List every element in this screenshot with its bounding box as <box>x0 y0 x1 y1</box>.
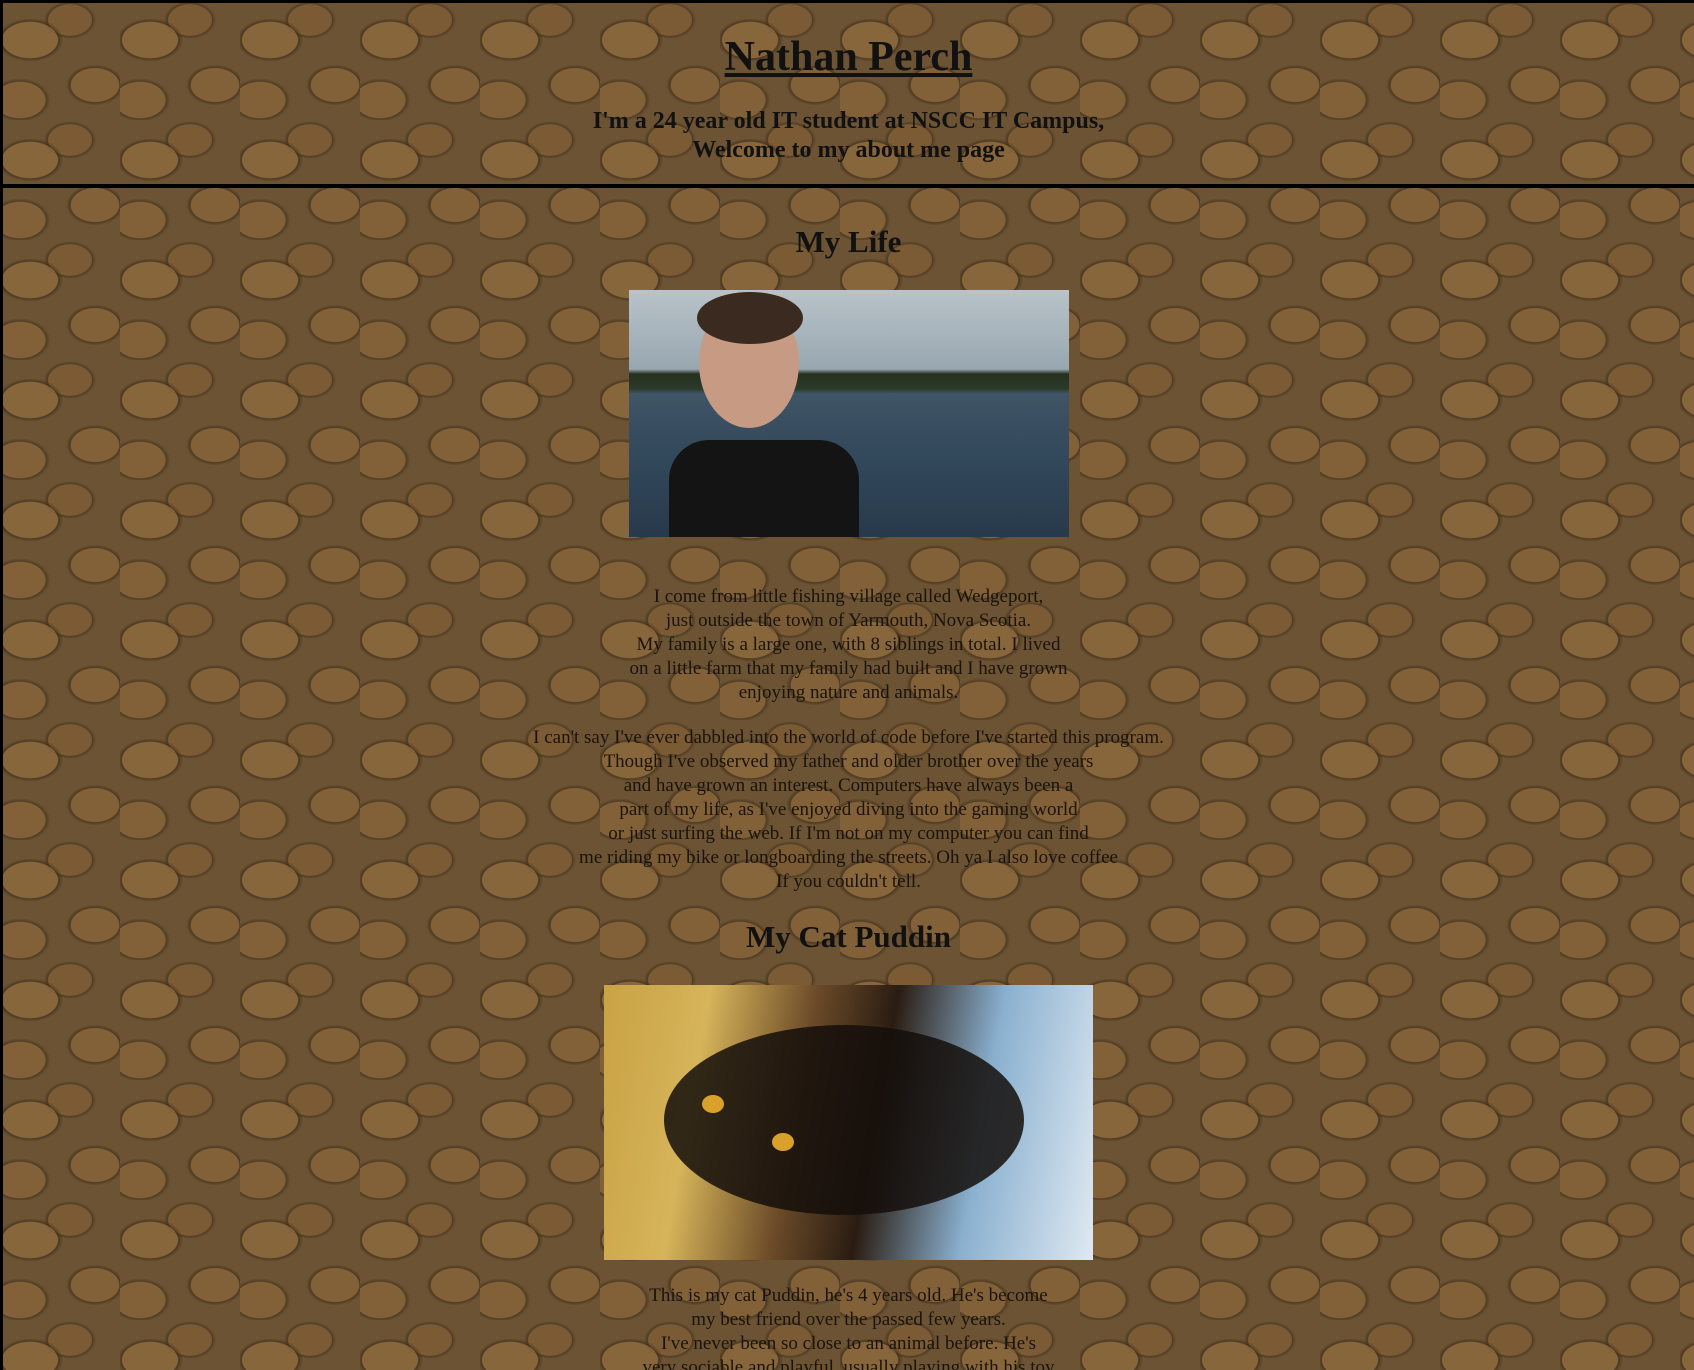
cat-photo <box>604 985 1093 1260</box>
life-paragraph-2: I can't say I've ever dabbled into the w… <box>3 726 1694 894</box>
text-line: on a little farm that my family had buil… <box>629 658 1068 679</box>
my-cat-heading: My Cat Puddin <box>746 919 951 954</box>
cat-body-shape <box>664 1025 1024 1215</box>
text-line: If you couldn't tell. <box>776 871 921 892</box>
text-line: My family is a large one, with 8 sibling… <box>636 634 1061 655</box>
tagline-line-1: I'm a 24 year old IT student at NSCC IT … <box>592 108 1105 134</box>
portrait-hair-shape <box>696 292 803 344</box>
page: Nathan Perch I'm a 24 year old IT studen… <box>0 0 1694 1370</box>
page-title: Nathan Perch <box>724 34 973 80</box>
life-paragraph-1: I come from little fishing village calle… <box>3 585 1694 705</box>
tagline-line-2: Welcome to my about me page <box>692 137 1005 163</box>
text-line: very sociable and playful, usually playi… <box>642 1357 1055 1370</box>
text-line: I've never been so close to an animal be… <box>660 1333 1037 1354</box>
text-line: me riding my bike or longboarding the st… <box>579 847 1118 868</box>
main-content: My Life I come from little fishing villa… <box>3 188 1694 1370</box>
text-line: I come from little fishing village calle… <box>653 586 1044 607</box>
portrait-photo <box>628 290 1069 537</box>
text-line: my best friend over the passed few years… <box>691 1309 1006 1330</box>
portrait-shirt-shape <box>668 440 859 537</box>
text-line: I can't say I've ever dabbled into the w… <box>533 727 1164 748</box>
my-life-section: My Life I come from little fishing villa… <box>3 188 1694 894</box>
cat-paragraph: This is my cat Puddin, he's 4 years old.… <box>3 1284 1694 1370</box>
my-cat-section: My Cat Puddin This is my cat Puddin, he'… <box>3 917 1694 1370</box>
my-life-heading: My Life <box>795 224 902 259</box>
cat-eye-left <box>702 1095 724 1113</box>
tagline: I'm a 24 year old IT student at NSCC IT … <box>3 107 1694 165</box>
page-header: Nathan Perch I'm a 24 year old IT studen… <box>3 3 1694 188</box>
text-line: enjoying nature and animals. <box>738 682 959 703</box>
text-line: just outside the town of Yarmouth, Nova … <box>665 610 1032 631</box>
text-line: This is my cat Puddin, he's 4 years old.… <box>649 1285 1048 1306</box>
text-line: and have grown an interest. Computers ha… <box>623 775 1074 796</box>
text-line: Though I've observed my father and older… <box>603 751 1094 772</box>
text-line: part of my life, as I've enjoyed diving … <box>619 799 1078 820</box>
cat-eye-right <box>772 1133 794 1151</box>
text-line: or just surfing the web. If I'm not on m… <box>608 823 1089 844</box>
